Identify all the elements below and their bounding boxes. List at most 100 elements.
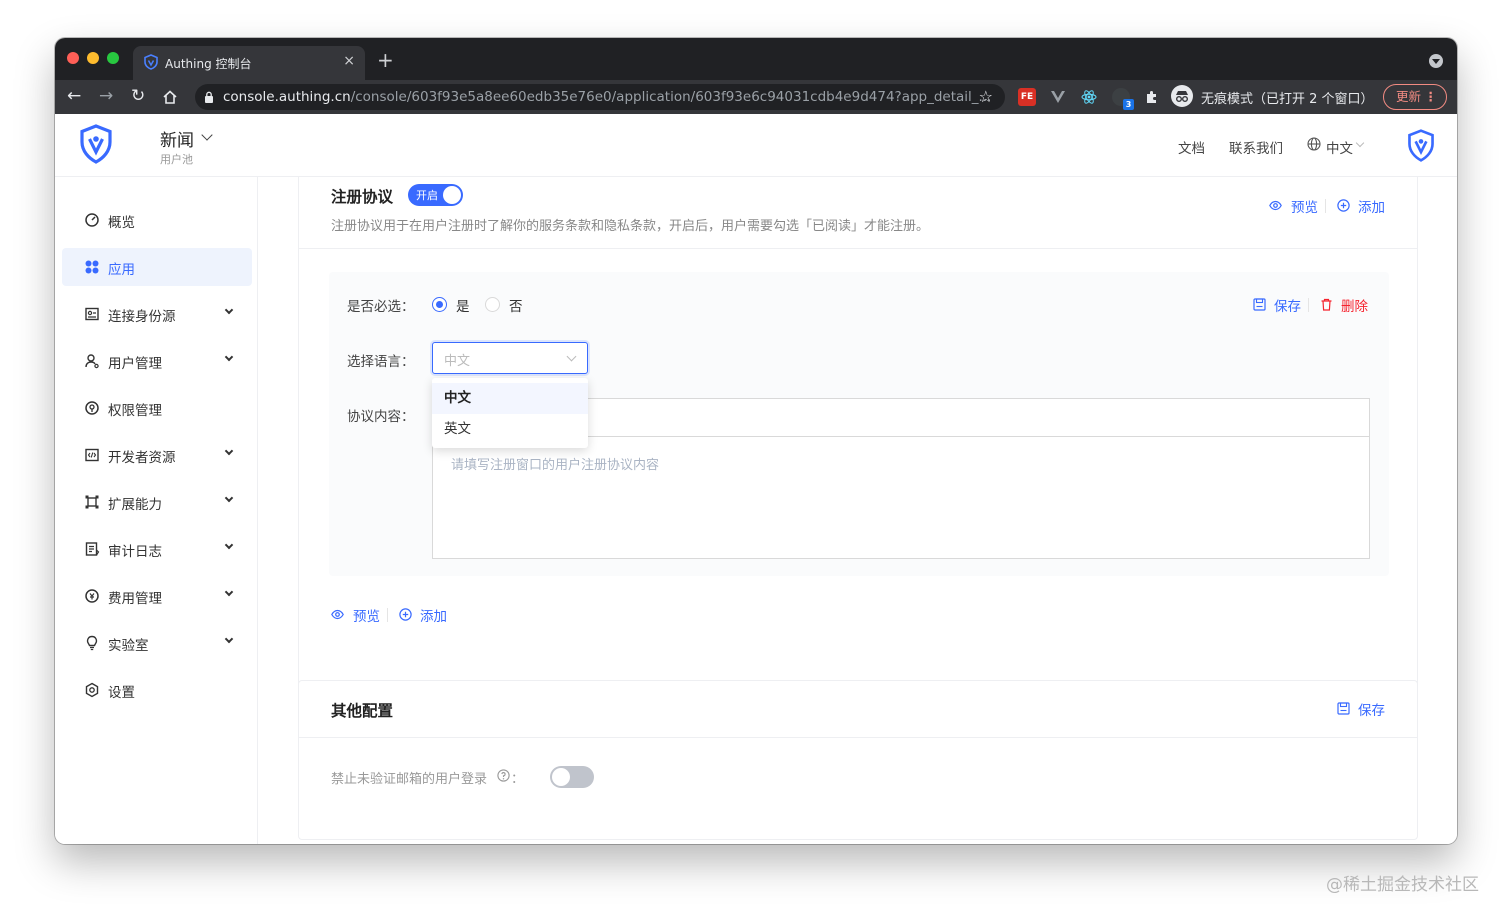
save-button[interactable]: 保存 — [1274, 295, 1301, 315]
language-switch[interactable]: 中文 — [1326, 137, 1353, 157]
language-select[interactable]: 中文 — [432, 342, 588, 374]
sidebar-item-extensions[interactable]: 扩展能力 — [62, 483, 252, 521]
browser-tab[interactable]: Authing 控制台 × — [133, 46, 365, 80]
sidebar-item-lab[interactable]: 实验室 — [62, 624, 252, 662]
plus-circle-icon[interactable] — [399, 608, 412, 621]
watermark: @稀土掘金技术社区 — [1326, 875, 1479, 895]
docs-link[interactable]: 文档 — [1178, 137, 1205, 157]
permission-icon — [85, 401, 99, 415]
option-colon: ： — [511, 772, 525, 787]
required-yes-label[interactable]: 是 — [456, 295, 470, 315]
maximize-window-button[interactable] — [107, 52, 119, 64]
back-icon[interactable]: ← — [67, 86, 81, 106]
preview-link[interactable]: 预览 — [1291, 196, 1318, 216]
language-dropdown: 中文 英文 — [432, 378, 588, 448]
other-save-button[interactable]: 保存 — [1358, 699, 1385, 719]
other-config-card: 其他配置 保存 禁止未验证邮箱的用户登录 ： — [298, 680, 1418, 840]
sidebar-item-permissions[interactable]: 权限管理 — [62, 389, 252, 427]
chevron-down-icon — [566, 351, 577, 362]
incognito-icon[interactable] — [1171, 85, 1193, 107]
avatar[interactable] — [1407, 129, 1435, 162]
eye-icon[interactable] — [331, 608, 344, 621]
globe-icon[interactable] — [1307, 137, 1321, 151]
chevron-down-icon — [224, 493, 234, 503]
forward-icon[interactable]: → — [99, 86, 113, 106]
userpool-name[interactable]: 新闻 — [160, 126, 194, 151]
sidebar-item-identity[interactable]: 连接身份源 — [62, 295, 252, 333]
required-no-radio[interactable] — [485, 297, 500, 312]
sidebar-item-audit-log[interactable]: 审计日志 — [62, 530, 252, 568]
sidebar-item-label: 权限管理 — [108, 403, 162, 419]
divider — [1325, 199, 1326, 213]
chevron-down-icon[interactable] — [201, 129, 213, 141]
chevron-down-icon — [224, 446, 234, 456]
agreement-card: 注册协议 开启 注册协议用于在用户注册时了解你的服务条款和隐私条款，开启后，用户… — [298, 177, 1418, 695]
save-icon[interactable] — [1337, 702, 1350, 715]
content-label: 协议内容： — [347, 409, 415, 425]
sidebar-item-settings[interactable]: 设置 — [62, 671, 252, 709]
plus-circle-icon[interactable] — [1337, 199, 1350, 212]
divider — [387, 608, 388, 622]
toggle-knob — [443, 186, 461, 204]
save-icon[interactable] — [1253, 298, 1266, 311]
chevron-down-icon[interactable] — [1355, 138, 1365, 148]
new-tab-icon[interactable]: + — [377, 48, 394, 72]
delete-button[interactable]: 删除 — [1341, 295, 1368, 315]
authing-logo-icon[interactable] — [79, 124, 113, 164]
dropdown-option-english[interactable]: 英文 — [432, 414, 588, 445]
eye-icon[interactable] — [1269, 199, 1282, 212]
required-no-label[interactable]: 否 — [509, 295, 523, 315]
sidebar-item-overview[interactable]: 概览 — [62, 201, 252, 239]
toggle-knob — [552, 768, 570, 786]
chevron-down-icon — [224, 634, 234, 644]
vue-extension-icon[interactable] — [1049, 88, 1067, 106]
browser-update-button[interactable]: 更新 ⋮ — [1383, 84, 1447, 110]
billing-icon — [85, 589, 99, 603]
sidebar-item-developer[interactable]: 开发者资源 — [62, 436, 252, 474]
close-window-button[interactable] — [67, 52, 79, 64]
reload-icon[interactable]: ↻ — [131, 86, 145, 106]
unverified-email-login-toggle[interactable] — [550, 766, 594, 788]
tab-close-icon[interactable]: × — [343, 53, 355, 69]
agreement-title: 注册协议 — [331, 188, 394, 206]
tab-search-icon[interactable] — [1429, 54, 1443, 68]
agreement-toggle[interactable]: 开启 — [408, 184, 463, 206]
trash-icon[interactable] — [1320, 298, 1333, 311]
question-circle-icon[interactable] — [497, 769, 510, 782]
url-text: console.authing.cn/console/603f93e5a8ee6… — [223, 89, 992, 105]
sidebar-item-label: 实验室 — [108, 638, 149, 654]
user-icon — [85, 354, 99, 369]
log-icon — [85, 542, 100, 556]
other-config-title: 其他配置 — [331, 702, 394, 720]
settings-icon — [85, 682, 99, 698]
minimize-window-button[interactable] — [87, 52, 99, 64]
authing-favicon-icon — [144, 54, 158, 70]
sidebar-item-apps[interactable]: 应用 — [62, 248, 252, 286]
extension-badge-icon[interactable]: 3 — [1112, 88, 1134, 110]
app-header: 新闻 用户池 文档 联系我们 中文 — [55, 114, 1457, 177]
sidebar-item-billing[interactable]: 费用管理 — [62, 577, 252, 615]
url-bar[interactable]: console.authing.cn/console/603f93e5a8ee6… — [195, 84, 1005, 110]
bookmark-star-icon[interactable]: ☆ — [979, 87, 993, 106]
dropdown-option-chinese[interactable]: 中文 — [432, 383, 588, 414]
home-icon[interactable] — [162, 89, 178, 105]
apps-icon — [85, 260, 99, 274]
sidebar-item-users[interactable]: 用户管理 — [62, 342, 252, 380]
puzzle-extensions-icon[interactable] — [1143, 88, 1161, 106]
userpool-subtitle: 用户池 — [160, 153, 193, 166]
sidebar-item-label: 开发者资源 — [108, 450, 176, 466]
extension-icon — [85, 495, 99, 509]
bottom-add-link[interactable]: 添加 — [420, 605, 447, 625]
more-vert-icon: ⋮ — [1424, 89, 1438, 104]
bottom-preview-link[interactable]: 预览 — [353, 605, 380, 625]
identity-icon — [85, 307, 99, 321]
sidebar: 概览 应用 连接身份源 用户管理 权限管理 开发者资源 扩展能力 审计日志 费用… — [55, 177, 258, 844]
lock-icon — [205, 91, 213, 103]
contact-link[interactable]: 联系我们 — [1229, 137, 1283, 157]
fe-extension-icon[interactable]: FE — [1018, 88, 1036, 106]
chevron-down-icon — [224, 587, 234, 597]
add-link[interactable]: 添加 — [1358, 196, 1385, 216]
required-yes-radio[interactable] — [432, 297, 447, 312]
react-extension-icon[interactable] — [1080, 88, 1098, 106]
sidebar-item-label: 审计日志 — [108, 544, 162, 560]
